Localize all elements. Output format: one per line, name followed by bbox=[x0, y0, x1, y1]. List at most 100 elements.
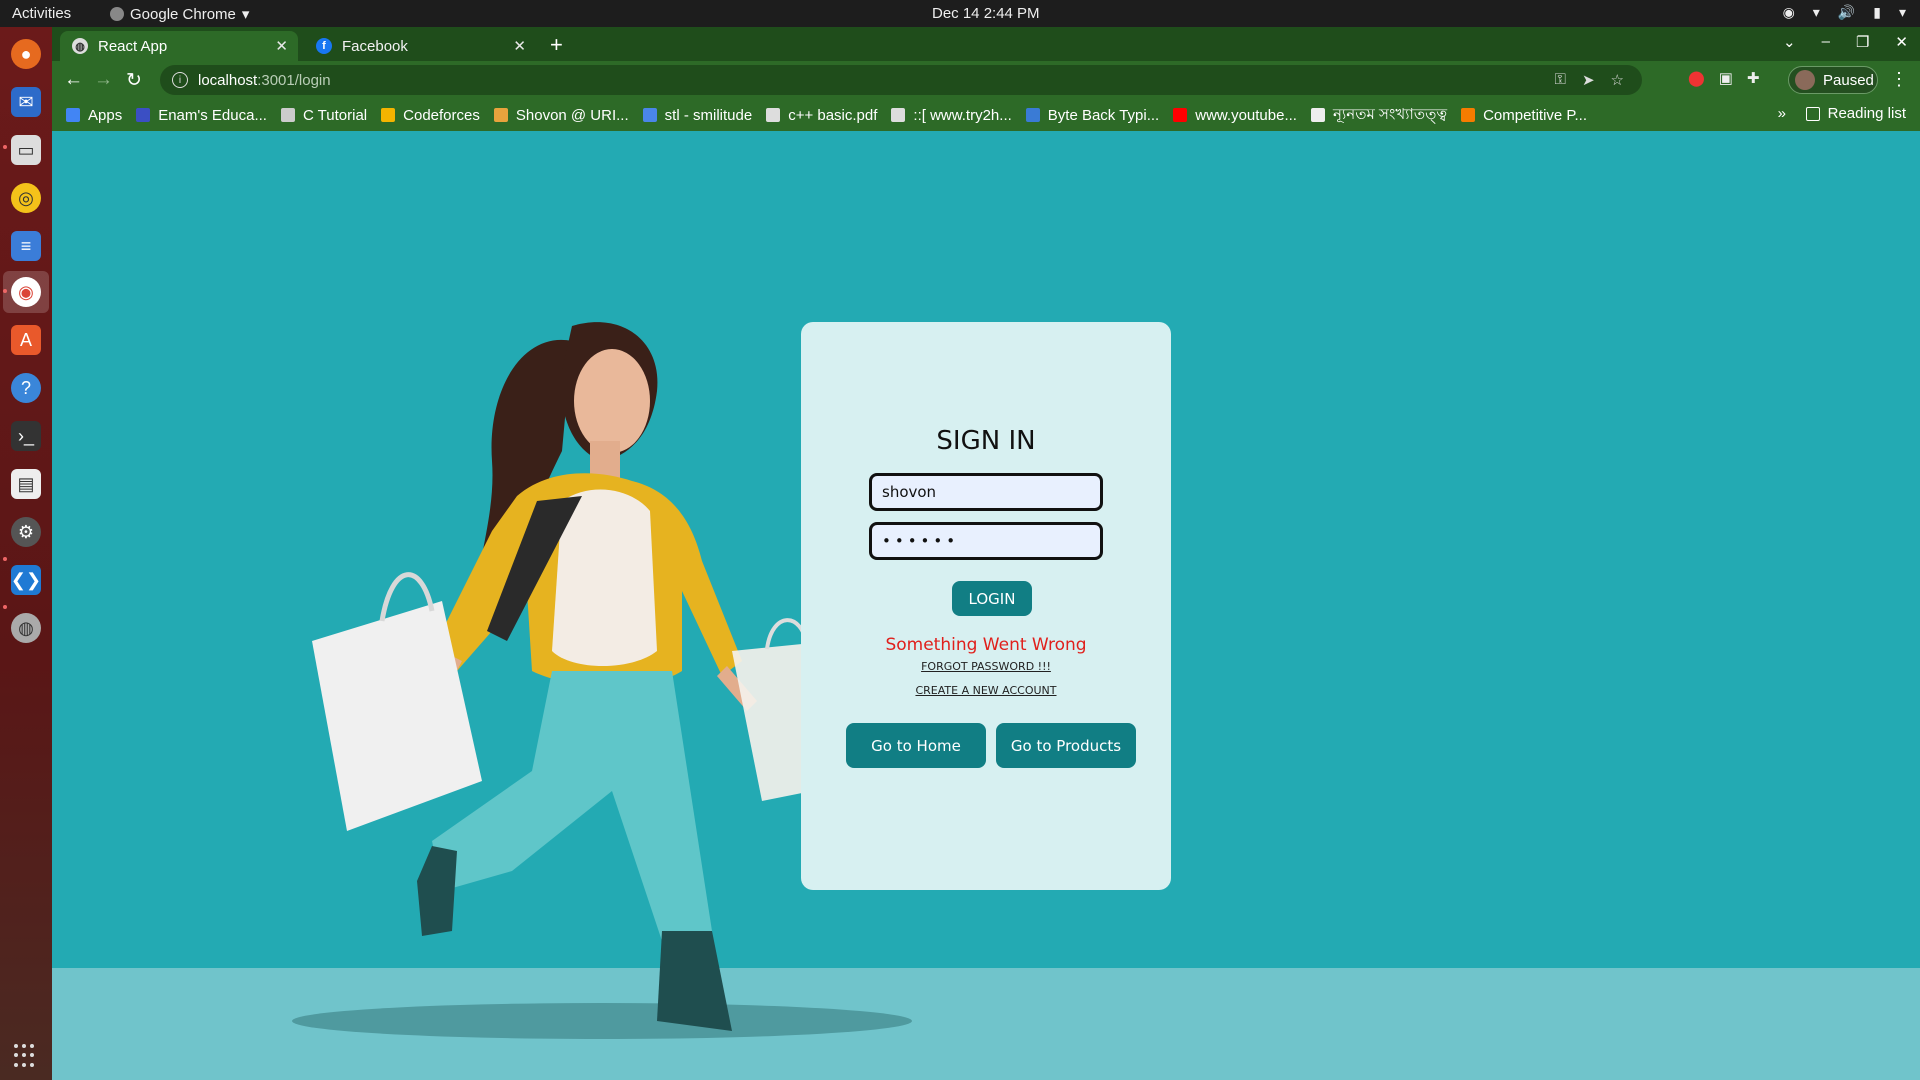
restore-icon[interactable]: ❐ bbox=[1856, 33, 1869, 51]
show-applications-icon[interactable] bbox=[14, 1044, 38, 1068]
create-account-link[interactable]: CREATE A NEW ACCOUNT bbox=[801, 684, 1171, 697]
bookmark-label: Byte Back Typi... bbox=[1047, 106, 1160, 124]
star-icon[interactable]: ☆ bbox=[1611, 71, 1624, 89]
bookmark-favicon-icon bbox=[766, 108, 781, 122]
site-info-icon[interactable]: i bbox=[172, 72, 188, 88]
firefox-icon[interactable]: ● bbox=[11, 39, 41, 69]
bookmark-favicon-icon bbox=[1461, 108, 1476, 122]
close-icon[interactable]: ✕ bbox=[513, 37, 526, 55]
bookmark-label: C Tutorial bbox=[302, 106, 368, 124]
new-tab-button[interactable]: + bbox=[550, 32, 563, 58]
page-content: SIGN IN LOGIN Something Went Wrong FORGO… bbox=[52, 131, 1920, 1080]
minimize-icon[interactable]: – bbox=[1822, 33, 1830, 51]
document-viewer-icon[interactable]: ▤ bbox=[11, 469, 41, 499]
forgot-password-link[interactable]: FORGOT PASSWORD !!! bbox=[801, 660, 1171, 673]
profile-button[interactable]: Paused bbox=[1788, 66, 1878, 94]
chevron-down-icon[interactable]: ▾ bbox=[1899, 4, 1906, 21]
running-indicator bbox=[3, 557, 7, 561]
app-menu[interactable]: Google Chrome ▾ bbox=[110, 5, 249, 23]
reload-icon[interactable]: ↻ bbox=[126, 69, 142, 92]
rhythmbox-icon[interactable]: ◎ bbox=[11, 183, 41, 213]
tab-title: Facebook bbox=[342, 37, 408, 55]
bookmarks-bar: Apps Enam's Educa... C Tutorial Codeforces S… bbox=[52, 99, 1920, 131]
tab-react-app[interactable]: ◍ React App ✕ bbox=[60, 31, 298, 61]
bookmark-favicon-icon bbox=[1310, 108, 1325, 122]
activities-button[interactable]: Activities bbox=[12, 5, 71, 22]
bookmark-item[interactable]: stl - smilitude bbox=[642, 107, 752, 124]
vscode-icon[interactable]: ❮❯ bbox=[11, 565, 41, 595]
bookmark-item[interactable]: ন্যূনতম সংখ্যাতত্ত্ব bbox=[1310, 103, 1447, 128]
omnibox-actions: ⚿ ➤ ☆ bbox=[1555, 71, 1624, 89]
dock: ● ✉ ▭ ◎ ≡ ◉ A ? ›_ ▤ ⚙ ❮❯ ◍ bbox=[0, 27, 52, 1080]
tab-search-icon[interactable]: ⌄ bbox=[1783, 33, 1796, 51]
bookmark-item[interactable]: Competitive P... bbox=[1461, 107, 1587, 124]
go-to-products-button[interactable]: Go to Products bbox=[996, 723, 1136, 768]
facebook-icon: f bbox=[316, 38, 332, 54]
running-indicator bbox=[3, 605, 7, 609]
chevron-down-icon: ▾ bbox=[241, 6, 250, 23]
bookmark-item[interactable]: Byte Back Typi... bbox=[1025, 106, 1160, 124]
window-controls: ⌄ – ❐ ✕ bbox=[1783, 33, 1908, 51]
bookmark-item[interactable]: c++ basic.pdf bbox=[766, 107, 877, 124]
system-tray[interactable]: ◉ ▾ 🔊 ▮ ▾ bbox=[1783, 4, 1906, 21]
files-icon[interactable]: ▭ bbox=[11, 135, 41, 165]
sign-in-card: SIGN IN LOGIN Something Went Wrong FORGO… bbox=[801, 322, 1171, 890]
bookmark-label: www.youtube... bbox=[1195, 106, 1297, 124]
bookmark-item[interactable]: Shovon @ URI... bbox=[493, 107, 629, 124]
bookmark-favicon-icon bbox=[280, 108, 295, 122]
password-input[interactable] bbox=[869, 522, 1103, 560]
clock[interactable]: Dec 14 2:44 PM bbox=[932, 5, 1040, 22]
menu-icon[interactable]: ⋮ bbox=[1890, 69, 1908, 90]
back-icon[interactable]: ← bbox=[64, 69, 83, 91]
bookmark-item[interactable]: Apps bbox=[66, 107, 122, 124]
bookmark-favicon-icon bbox=[891, 108, 906, 122]
reading-list-icon bbox=[1805, 106, 1820, 121]
disk-icon[interactable]: ◍ bbox=[11, 613, 41, 643]
close-icon[interactable]: ✕ bbox=[275, 37, 288, 55]
login-button[interactable]: LOGIN bbox=[952, 581, 1032, 616]
bookmark-favicon-icon bbox=[1025, 108, 1040, 122]
chrome-tray-icon[interactable]: ◉ bbox=[1783, 4, 1795, 21]
tab-strip: ◍ React App ✕ f Facebook ✕ + ⌄ – ❐ ✕ bbox=[52, 27, 1920, 61]
bookmark-item[interactable]: Codeforces bbox=[381, 107, 480, 124]
apps-grid-icon bbox=[66, 108, 80, 122]
bookmark-label: Codeforces bbox=[403, 106, 480, 124]
extension-gray-icon[interactable]: ▣ bbox=[1719, 69, 1733, 87]
extension-red-icon[interactable]: ⬤ bbox=[1688, 69, 1705, 87]
bookmark-item[interactable]: ::[ www.try2h... bbox=[891, 107, 1012, 124]
extensions-bar: ⬤ ▣ ✚ bbox=[1688, 69, 1760, 87]
volume-icon[interactable]: 🔊 bbox=[1838, 4, 1855, 21]
system-top-bar: Activities Google Chrome ▾ Dec 14 2:44 P… bbox=[0, 0, 1920, 27]
bookmark-label: Apps bbox=[88, 106, 123, 124]
chrome-icon bbox=[110, 7, 124, 21]
puzzle-icon[interactable]: ✚ bbox=[1747, 69, 1760, 87]
close-window-icon[interactable]: ✕ bbox=[1895, 33, 1908, 51]
tab-facebook[interactable]: f Facebook ✕ bbox=[304, 31, 536, 61]
address-bar[interactable]: i localhost:3001/login ⚿ ➤ ☆ bbox=[160, 65, 1642, 95]
terminal-icon[interactable]: ›_ bbox=[11, 421, 41, 451]
more-bookmarks-icon[interactable]: » bbox=[1778, 105, 1786, 122]
globe-icon: ◍ bbox=[72, 38, 88, 54]
username-input[interactable] bbox=[869, 473, 1103, 511]
chrome-icon[interactable]: ◉ bbox=[11, 277, 41, 307]
go-to-home-button[interactable]: Go to Home bbox=[846, 723, 986, 768]
bookmark-item[interactable]: Enam's Educa... bbox=[136, 107, 267, 124]
reading-list-button[interactable]: Reading list bbox=[1805, 105, 1906, 122]
sign-in-title: SIGN IN bbox=[936, 426, 1036, 456]
send-icon[interactable]: ➤ bbox=[1582, 71, 1595, 89]
tab-title: React App bbox=[98, 37, 168, 55]
battery-icon[interactable]: ▮ bbox=[1873, 4, 1881, 21]
key-icon[interactable]: ⚿ bbox=[1555, 71, 1566, 89]
wifi-icon[interactable]: ▾ bbox=[1813, 4, 1820, 21]
bookmark-label: c++ basic.pdf bbox=[788, 106, 878, 124]
software-center-icon[interactable]: A bbox=[11, 325, 41, 355]
writer-icon[interactable]: ≡ bbox=[11, 231, 41, 261]
thunderbird-icon[interactable]: ✉ bbox=[11, 87, 41, 117]
browser-toolbar: ← → ↻ i localhost:3001/login ⚿ ➤ ☆ ⬤ ▣ ✚… bbox=[52, 61, 1920, 99]
settings-icon[interactable]: ⚙ bbox=[11, 517, 41, 547]
bookmark-item[interactable]: C Tutorial bbox=[280, 106, 368, 124]
running-indicator bbox=[3, 145, 7, 149]
help-icon[interactable]: ? bbox=[11, 373, 41, 403]
forward-icon[interactable]: → bbox=[94, 69, 113, 91]
bookmark-item[interactable]: www.youtube... bbox=[1173, 107, 1297, 124]
